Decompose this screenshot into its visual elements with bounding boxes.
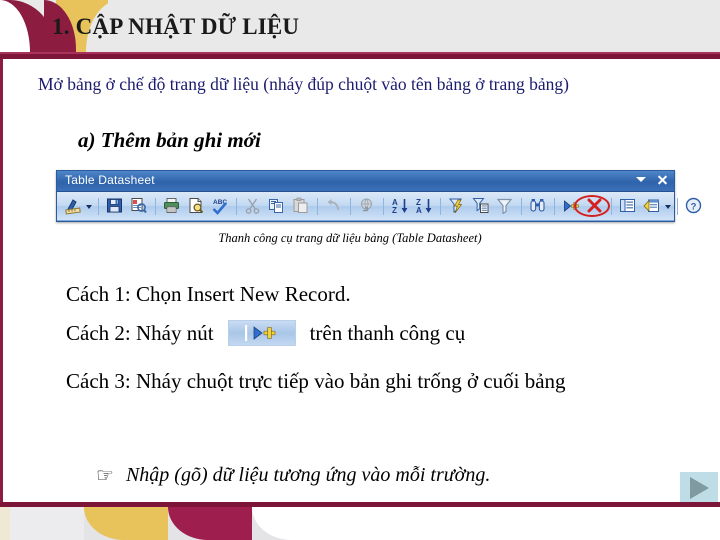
note-line: ☞ Nhập (gõ) dữ liệu tương ứng vào mỗi tr… bbox=[96, 464, 490, 487]
filter-by-selection-button[interactable] bbox=[446, 195, 468, 217]
toolbar-separator bbox=[155, 197, 156, 215]
chevron-down-icon[interactable] bbox=[636, 177, 646, 182]
toolbar-caption: Thanh công cụ trang dữ liệu bảng (Table … bbox=[218, 231, 482, 245]
save-button[interactable] bbox=[104, 195, 126, 217]
footer-band-white bbox=[252, 507, 720, 540]
instruction-line-2: Cách 2: Nháy nút trên thanh công cụ bbox=[66, 320, 465, 346]
sort-za-icon: Z A bbox=[415, 197, 433, 215]
close-icon[interactable] bbox=[657, 174, 668, 185]
note-text: Nhập (gõ) dữ liệu tương ứng vào mỗi trườ… bbox=[125, 464, 491, 486]
cut-button[interactable] bbox=[242, 195, 264, 217]
copy-icon bbox=[268, 197, 286, 215]
left-accent-rule bbox=[0, 59, 3, 502]
toolbar-titlebar: Table Datasheet bbox=[57, 171, 674, 192]
toolbar-separator bbox=[383, 197, 384, 215]
view-dropdown[interactable] bbox=[85, 195, 94, 217]
toolbar-separator bbox=[317, 197, 318, 215]
insert-hyperlink-button[interactable] bbox=[356, 195, 378, 217]
floppy-disk-icon bbox=[106, 197, 124, 215]
print-preview-icon bbox=[130, 197, 148, 215]
delete-record-x-icon bbox=[586, 197, 604, 215]
slide-footer bbox=[0, 502, 720, 540]
remove-filter-button[interactable] bbox=[494, 195, 516, 217]
svg-text:A: A bbox=[416, 206, 422, 215]
footer-band-gray bbox=[0, 507, 84, 540]
table-datasheet-toolbar-window: Table Datasheet ABC A Z Z A ? bbox=[56, 170, 702, 222]
svg-text:?: ? bbox=[691, 201, 697, 212]
filter-lightning-icon bbox=[448, 197, 466, 215]
toolbar-window-buttons bbox=[636, 174, 668, 185]
toolbar-title: Table Datasheet bbox=[65, 173, 155, 187]
next-slide-button[interactable] bbox=[680, 472, 718, 504]
filter-by-form-button[interactable] bbox=[470, 195, 492, 217]
binoculars-icon bbox=[529, 197, 547, 215]
spellcheck-abc-icon: ABC bbox=[211, 197, 229, 215]
pointing-hand-icon: ☞ bbox=[96, 464, 114, 487]
play-triangle-icon bbox=[689, 477, 709, 499]
funnel-icon bbox=[496, 197, 514, 215]
help-question-icon: ? bbox=[685, 197, 703, 215]
toolbar-button-strip: ABC A Z Z A ? bbox=[57, 192, 702, 220]
header-divider-highlight bbox=[0, 52, 720, 54]
spelling-button[interactable]: ABC bbox=[209, 195, 231, 217]
footer-band-gold bbox=[84, 507, 168, 540]
footer-band-maroon bbox=[168, 507, 252, 540]
toolbar-separator bbox=[440, 197, 441, 215]
sort-az-icon: A Z bbox=[391, 197, 409, 215]
new-record-button-illustration bbox=[227, 320, 296, 346]
print-layout-button[interactable] bbox=[185, 195, 207, 217]
sort-descending-button[interactable]: Z A bbox=[413, 195, 435, 217]
printer-icon bbox=[163, 197, 181, 215]
svg-text:Z: Z bbox=[392, 206, 397, 215]
print-button[interactable] bbox=[161, 195, 183, 217]
toolbar-separator bbox=[611, 197, 612, 215]
filter-form-icon bbox=[472, 197, 490, 215]
toolbar-separator bbox=[350, 197, 351, 215]
undo-arrow-icon bbox=[325, 197, 343, 215]
sort-ascending-button[interactable]: A Z bbox=[389, 195, 411, 217]
new-record-button[interactable] bbox=[560, 195, 582, 217]
new-record-icon bbox=[562, 197, 580, 215]
page-magnifier-icon bbox=[187, 197, 205, 215]
toolbar-separator bbox=[677, 197, 678, 215]
subheading-a: a) Thêm bản ghi mới bbox=[78, 128, 261, 152]
database-window-button[interactable] bbox=[641, 195, 663, 217]
toolbar-separator bbox=[236, 197, 237, 215]
clipboard-icon bbox=[292, 197, 310, 215]
header-deco-maroon-notch bbox=[0, 0, 30, 52]
globe-link-icon bbox=[358, 197, 376, 215]
ruler-pencil-icon bbox=[64, 197, 82, 215]
undo-button[interactable] bbox=[323, 195, 345, 217]
copy-button[interactable] bbox=[266, 195, 288, 217]
scissors-icon bbox=[244, 197, 262, 215]
new-object-button[interactable] bbox=[617, 195, 639, 217]
view-button[interactable] bbox=[62, 195, 84, 217]
find-button[interactable] bbox=[527, 195, 549, 217]
toolbar-separator bbox=[98, 197, 99, 215]
page-title: 1. CẬP NHẬT DỮ LIỆU bbox=[52, 14, 300, 39]
print-preview-button[interactable] bbox=[128, 195, 150, 217]
database-window-icon bbox=[643, 197, 661, 215]
instruction-line-1: Cách 1: Chọn Insert New Record. bbox=[66, 282, 351, 306]
new-object-dropdown[interactable] bbox=[664, 195, 673, 217]
new-object-icon bbox=[619, 197, 637, 215]
intro-paragraph: Mở bảng ở chế độ trang dữ liệu (nháy đúp… bbox=[38, 74, 569, 94]
delete-record-button[interactable] bbox=[584, 195, 606, 217]
toolbar-separator bbox=[554, 197, 555, 215]
instruction-line-3: Cách 3: Nháy chuột trực tiếp vào bản ghi… bbox=[66, 369, 566, 393]
slide-header: 1. CẬP NHẬT DỮ LIỆU bbox=[0, 0, 720, 52]
paste-button[interactable] bbox=[290, 195, 312, 217]
help-button[interactable]: ? bbox=[683, 195, 705, 217]
toolbar-separator bbox=[521, 197, 522, 215]
instruction-line-2-prefix: Cách 2: Nháy nút bbox=[66, 320, 214, 345]
footer-band-cream bbox=[0, 507, 10, 540]
instruction-line-2-suffix: trên thanh công cụ bbox=[309, 320, 466, 345]
